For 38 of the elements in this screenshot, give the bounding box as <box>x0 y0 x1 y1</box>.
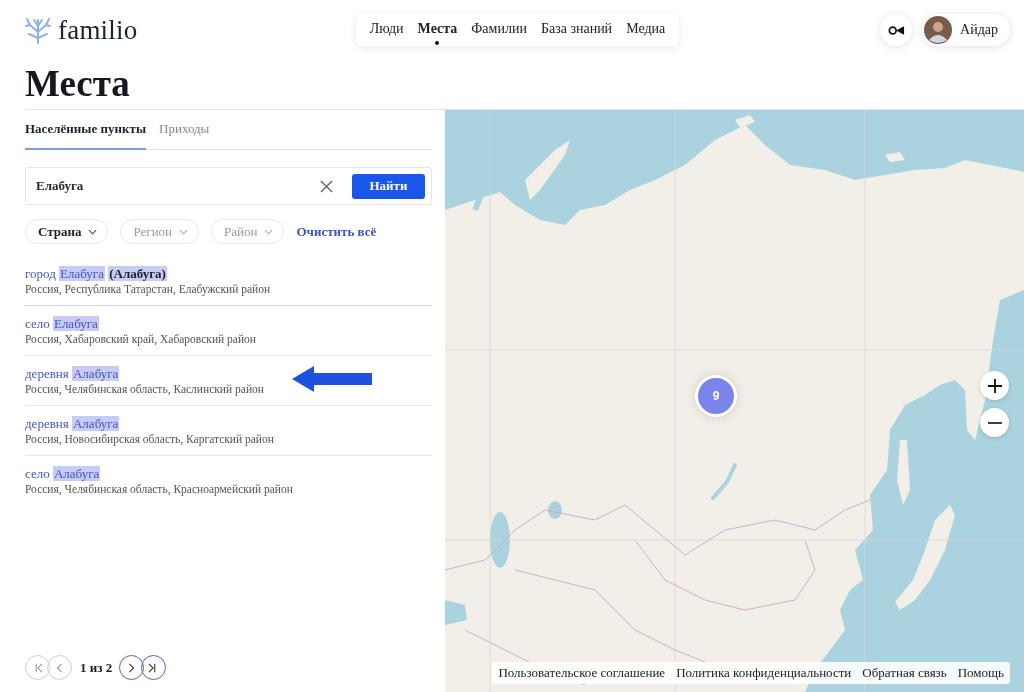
clear-all-link[interactable]: Очистить всё <box>296 223 377 240</box>
chevron-left-icon <box>54 662 65 673</box>
caret-icon <box>179 228 189 235</box>
footer-link[interactable]: Помощь <box>957 665 1004 681</box>
footer-link[interactable]: Пользовательское соглашение <box>498 665 666 681</box>
user-menu-button[interactable]: Айдар <box>922 14 1010 46</box>
tab[interactable]: Приходы <box>159 110 210 150</box>
place-location: Россия, Хабаровский край, Хабаровский район <box>25 332 256 347</box>
place-location: Россия, Челябинская область, Красноармейский район <box>25 482 293 497</box>
footer-link[interactable]: Политика конфиденциальности <box>676 665 852 681</box>
horn-icon <box>887 24 905 36</box>
minus-icon <box>987 421 1002 424</box>
logo-text: familio <box>58 14 138 46</box>
nav-link[interactable]: Люди <box>369 14 404 46</box>
nav-link[interactable]: Медиа <box>626 14 666 46</box>
caret-icon <box>264 228 274 235</box>
search-button[interactable]: Найти <box>352 173 425 199</box>
nav-link[interactable]: Фамилии <box>471 14 527 46</box>
place-link[interactable]: деревня Алабуга <box>25 366 120 382</box>
close-icon[interactable] <box>320 179 333 193</box>
footer-link[interactable]: Обратная связь <box>862 665 947 681</box>
place-link[interactable]: деревня Алабуга <box>25 416 120 432</box>
tree-icon <box>25 16 51 44</box>
caret-icon <box>88 228 98 235</box>
place-link[interactable]: город Елабуга (Алабуга) <box>25 266 167 282</box>
nav-link[interactable]: База знаний <box>540 14 613 46</box>
place-location: Россия, Республика Татарстан, Елабужский район <box>25 282 271 297</box>
place-location: Россия, Челябинская область, Каслинский район <box>25 382 264 397</box>
plus-icon <box>987 378 1002 393</box>
filter-dropdown[interactable]: Страна <box>25 219 109 244</box>
page-title: Места <box>25 62 131 102</box>
page-status: 1 из 2 <box>80 659 113 676</box>
search-field[interactable]: Елабуга Найти <box>25 167 432 205</box>
tab[interactable]: Населённые пункты <box>25 110 147 150</box>
avatar-icon <box>924 16 953 44</box>
horn-button[interactable] <box>880 14 913 46</box>
place-location: Россия, Новосибирская область, Каргатский район <box>25 432 274 447</box>
nav-link[interactable]: Места <box>417 14 458 46</box>
